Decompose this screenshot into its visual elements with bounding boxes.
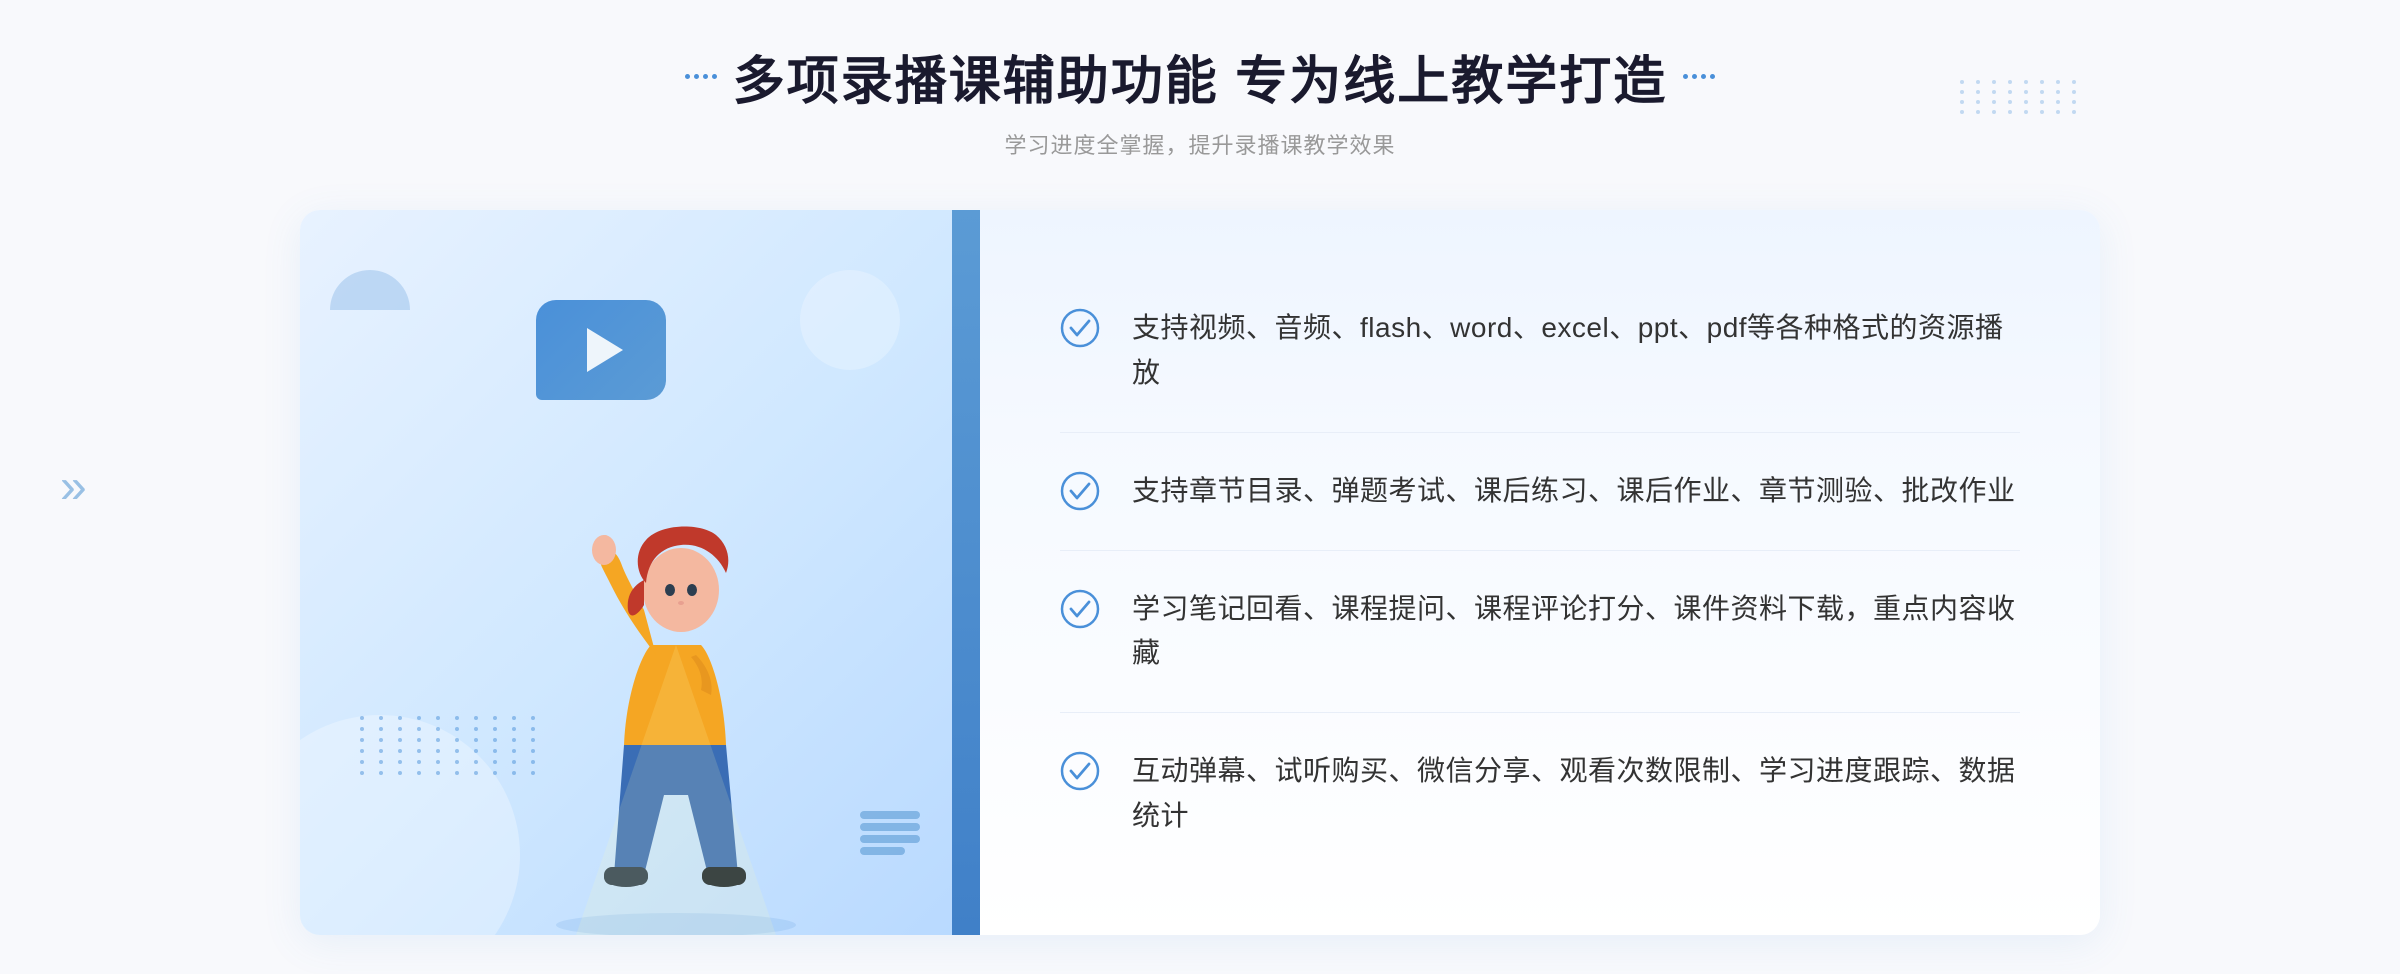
- play-bubble: [536, 300, 666, 400]
- play-triangle-icon: [587, 328, 623, 372]
- chevron-left-decoration: »: [60, 460, 87, 515]
- feature-item-1: 支持视频、音频、flash、word、excel、ppt、pdf等各种格式的资源…: [1060, 270, 2020, 433]
- feature-text-2: 支持章节目录、弹题考试、课后练习、课后作业、章节测验、批改作业: [1132, 469, 2016, 514]
- title-decorator-left: [685, 74, 717, 79]
- illustration-panel: [300, 210, 980, 935]
- main-title: 多项录播课辅助功能 专为线上教学打造: [685, 39, 1715, 114]
- person-illustration: [496, 415, 856, 935]
- page-wrapper: » 多项录播课辅助功能 专为线上教学打造 学习进度全掌握，提升录播课教学效果: [0, 0, 2400, 974]
- header-section: 多项录播课辅助功能 专为线上教学打造 学习进度全掌握，提升录播课教学效果: [685, 39, 1715, 160]
- title-decorator-right: [1683, 74, 1715, 79]
- feature-text-4: 互动弹幕、试听购买、微信分享、观看次数限制、学习进度跟踪、数据统计: [1132, 749, 2020, 839]
- feature-item-3: 学习笔记回看、课程提问、课程评论打分、课件资料下载，重点内容收藏: [1060, 551, 2020, 714]
- check-icon-4: [1060, 751, 1100, 791]
- cylinder-deco: [860, 811, 920, 855]
- dots-right-decoration: [1960, 80, 2060, 180]
- blue-accent-bar: [952, 210, 980, 935]
- feature-text-1: 支持视频、音频、flash、word、excel、ppt、pdf等各种格式的资源…: [1132, 306, 2020, 396]
- features-panel: 支持视频、音频、flash、word、excel、ppt、pdf等各种格式的资源…: [980, 210, 2100, 935]
- semicircle-deco: [330, 270, 410, 310]
- check-icon-1: [1060, 308, 1100, 348]
- content-area: 支持视频、音频、flash、word、excel、ppt、pdf等各种格式的资源…: [300, 210, 2100, 935]
- feature-text-3: 学习笔记回看、课程提问、课程评论打分、课件资料下载，重点内容收藏: [1132, 587, 2020, 677]
- check-icon-2: [1060, 471, 1100, 511]
- subtitle-text: 学习进度全掌握，提升录播课教学效果: [685, 128, 1715, 160]
- circle-deco-medium: [800, 270, 900, 370]
- check-icon-3: [1060, 589, 1100, 629]
- title-text: 多项录播课辅助功能 专为线上教学打造: [733, 39, 1667, 114]
- feature-item-2: 支持章节目录、弹题考试、课后练习、课后作业、章节测验、批改作业: [1060, 433, 2020, 551]
- feature-item-4: 互动弹幕、试听购买、微信分享、观看次数限制、学习进度跟踪、数据统计: [1060, 713, 2020, 875]
